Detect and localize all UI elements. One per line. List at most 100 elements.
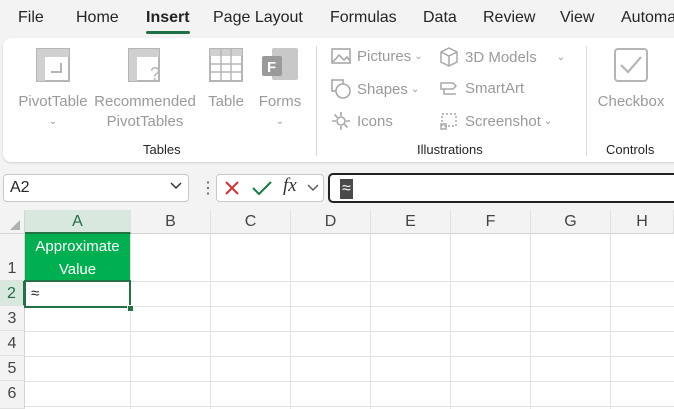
tab-insert[interactable]: Insert [146,9,190,27]
column-header-f[interactable]: F [451,210,531,234]
row-header-1[interactable]: 1 [0,234,25,281]
table-icon [209,48,243,82]
3d-models-button[interactable]: 3D Models ⌄ [439,47,565,67]
tab-page-layout[interactable]: Page Layout [213,9,303,27]
formula-input[interactable]: ≈ [328,173,674,203]
group-label-controls: Controls [606,142,655,157]
column-header-e[interactable]: E [371,210,451,234]
cancel-icon[interactable] [223,179,241,197]
column-header-d[interactable]: D [291,210,371,234]
gridline [25,331,674,332]
group-label-tables: Tables [143,142,181,157]
cell-a1-line1: Approximate [35,238,120,255]
tab-view[interactable]: View [560,9,594,27]
shapes-label: Shapes [357,80,408,98]
tab-data[interactable]: Data [423,9,457,27]
pictures-icon [331,48,351,64]
name-box[interactable]: A2 [3,174,189,202]
shapes-icon [331,79,351,99]
gridline [290,234,291,409]
row-header-2[interactable]: 2 [0,281,25,306]
spreadsheet-grid: A B C D E F G H 1 2 3 4 5 6 Approximate … [0,210,674,409]
name-box-value: A2 [10,179,30,196]
chevron-down-icon: ⌄ [414,50,423,62]
screenshot-label: Screenshot [465,112,541,130]
gridline [25,381,674,382]
insert-function-button[interactable]: fx [283,175,297,197]
column-header-c[interactable]: C [211,210,291,234]
chevron-down-icon[interactable] [170,182,182,190]
smartart-button[interactable]: SmartArt [439,79,524,97]
chevron-down-icon: ⌄ [556,51,566,63]
active-tab-indicator [146,31,190,34]
fill-handle[interactable] [127,305,134,312]
recommended-pivottables-button[interactable]: ? Recommended PivotTables [93,46,197,132]
forms-button[interactable]: F Forms ⌄ [255,46,305,132]
pivottable-label: PivotTable [18,93,88,110]
checkbox-icon [614,48,648,82]
formula-buttons [216,174,324,202]
ribbon-panel: PivotTable ⌄ ? Recommended PivotTables T… [3,38,674,162]
column-header-a[interactable]: A [25,210,131,234]
chevron-down-icon: ⌄ [275,116,285,127]
3d-models-icon [440,47,458,67]
tab-review[interactable]: Review [483,9,535,27]
tab-file[interactable]: File [18,9,44,27]
tab-formulas[interactable]: Formulas [330,9,397,27]
forms-icon: F [262,48,298,80]
ribbon-separator [316,46,317,156]
cell-a1-line2: Value [58,261,97,278]
ribbon-tabs: File Home Insert Page Layout Formulas Da… [0,0,674,38]
svg-text:?: ? [150,64,160,84]
row-header-3[interactable]: 3 [0,306,25,331]
screenshot-button[interactable]: Screenshot ⌄ [439,111,552,131]
icons-icon [332,112,350,130]
chevron-down-icon: ⌄ [48,116,58,127]
icons-button[interactable]: Icons [331,111,393,131]
svg-text:F: F [267,59,276,76]
column-header-b[interactable]: B [131,210,211,234]
gridline [210,234,211,409]
3d-models-label: 3D Models [465,48,537,66]
shapes-button[interactable]: Shapes ⌄ [331,79,419,99]
gridline [370,234,371,409]
tab-home[interactable]: Home [76,9,119,27]
row-header-5[interactable]: 5 [0,356,25,381]
gridline [25,356,674,357]
pictures-label: Pictures [357,47,412,65]
enter-check-icon[interactable] [251,179,273,197]
screenshot-icon [440,113,457,130]
smartart-icon [440,82,458,95]
checkbox-label: Checkbox [597,93,665,110]
ribbon-separator [586,46,587,156]
table-label: Table [208,93,244,110]
smartart-label: SmartArt [465,79,525,97]
table-button[interactable]: Table [203,46,249,112]
select-all-button[interactable] [0,210,25,234]
gridline [25,406,674,407]
row-header-4[interactable]: 4 [0,331,25,356]
tab-automate[interactable]: Automa [621,9,674,27]
gridline [610,234,611,409]
pivottable-button[interactable]: PivotTable ⌄ [17,46,89,132]
column-header-h[interactable]: H [611,210,674,234]
pivottable-icon [36,48,70,82]
forms-label: Forms [258,93,302,110]
formula-bar-grip-icon[interactable]: ⋮ [200,178,216,198]
select-all-triangle-icon [10,220,20,230]
chevron-down-icon[interactable] [307,184,319,192]
gridline [530,234,531,409]
checkbox-button[interactable]: Checkbox [595,46,667,112]
cell-a1[interactable]: Approximate Value [25,234,130,281]
recommended-label-1: Recommended [94,93,196,110]
icons-label: Icons [357,112,393,130]
chevron-down-icon: ⌄ [410,83,420,95]
row-header-6[interactable]: 6 [0,381,25,409]
column-header-g[interactable]: G [531,210,611,234]
group-label-illustrations: Illustrations [417,142,483,157]
chevron-down-icon: ⌄ [543,115,553,127]
gridline [130,234,131,409]
pictures-button[interactable]: Pictures ⌄ [331,47,423,65]
cell-a2-active[interactable]: ≈ [24,280,131,308]
gridline [450,234,451,409]
